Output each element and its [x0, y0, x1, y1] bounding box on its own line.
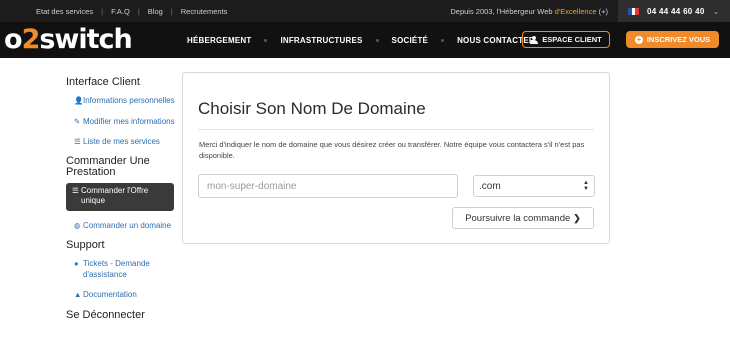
chevron-down-icon: ⌄ [712, 6, 720, 16]
nav-infrastructures[interactable]: INFRASTRUCTURES [280, 36, 362, 45]
sidebar-item-liste-services[interactable]: ☰ Liste de mes services [66, 137, 178, 148]
tld-selected-value: .com [479, 180, 501, 192]
divider [198, 129, 594, 130]
sidebar-item-label: Liste de mes services [83, 137, 160, 146]
sidebar-item-documentation[interactable]: ▲ Documentation [66, 290, 178, 301]
o2switch-logo[interactable]: o2switch [4, 23, 133, 57]
sidebar-item-commander-offre-unique[interactable]: ☰ Commander l'Offre unique [66, 182, 174, 211]
link-blog[interactable]: Blog [148, 7, 163, 16]
nav-hebergement[interactable]: HÉBERGEMENT [187, 36, 251, 45]
link-faq[interactable]: F.A.Q [111, 7, 130, 16]
top-utility-bar: Etat des services | F.A.Q | Blog | Recru… [0, 0, 730, 22]
separator: | [101, 6, 104, 16]
pencil-icon: ✎ [74, 116, 81, 126]
sidebar-heading-se-deconnecter[interactable]: Se Déconnecter [66, 309, 178, 321]
logo-part-2: 2 [21, 24, 41, 55]
user-icon: 👤 [74, 96, 84, 105]
inscrivez-vous-button[interactable]: + INSCRIVEZ VOUS [626, 31, 719, 48]
separator: | [170, 6, 173, 16]
link-etat-services[interactable]: Etat des services [36, 7, 93, 16]
sidebar-heading-support: Support [66, 239, 105, 251]
sidebar-item-label: Informations personnelles [83, 96, 175, 105]
logo-part-o: o [4, 24, 23, 55]
graduation-cap-icon: ▲ [74, 290, 82, 299]
france-flag-icon [628, 7, 640, 15]
submit-label: Poursuivre la commande [465, 212, 571, 224]
domain-order-panel: Choisir Son Nom De Domaine Merci d'indiq… [182, 72, 610, 244]
phone-number: 04 44 44 60 40 [647, 6, 705, 16]
tagline-prefix: Depuis 2003, l'Hébergeur Web [450, 6, 555, 16]
list-icon: ☰ [72, 185, 79, 195]
sidebar-item-label: Tickets - Demande d'assistance [83, 259, 150, 279]
tagline-suffix: (+) [596, 6, 608, 16]
sidebar-item-commander-domaine[interactable]: ◍ Commander un domaine [66, 221, 178, 232]
sidebar-heading-commander-prestation: Commander Une Prestation [66, 154, 150, 178]
poursuivre-commande-button[interactable]: Poursuivre la commande ❯ [452, 207, 594, 229]
inscrivez-vous-label: INSCRIVEZ VOUS [646, 35, 711, 44]
utility-links: Etat des services | F.A.Q | Blog | Recru… [36, 7, 227, 16]
nav-dot [441, 38, 445, 42]
separator: | [137, 6, 140, 16]
ticket-icon: ● [74, 259, 79, 268]
nav-societe[interactable]: SOCIÉTÉ [392, 36, 429, 45]
chevron-right-icon: ❯ [573, 212, 581, 223]
sidebar-heading-interface-client: Interface Client [66, 76, 140, 88]
link-recrutements[interactable]: Recrutements [181, 7, 228, 16]
sidebar-item-label: Commander un domaine [83, 220, 172, 230]
client-sidebar: Interface Client 👤 Informations personne… [66, 76, 178, 329]
sidebar-item-tickets[interactable]: ● Tickets - Demande d'assistance [66, 259, 178, 280]
plus-circle-icon: + [634, 34, 643, 44]
phone-selector[interactable]: 04 44 44 60 40 ⌄ [618, 0, 730, 22]
sidebar-item-label: Documentation [83, 290, 137, 299]
topbar-right: Depuis 2003, l'Hébergeur Web d'Excellenc… [450, 0, 730, 22]
espace-client-button[interactable]: ESPACE CLIENT [522, 31, 610, 48]
list-icon: ☰ [74, 137, 81, 146]
domain-name-input[interactable]: mon-super-domaine [198, 174, 458, 198]
main-navigation: o2switch HÉBERGEMENT INFRASTRUCTURES SOC… [0, 22, 730, 58]
tagline[interactable]: Depuis 2003, l'Hébergeur Web d'Excellenc… [450, 7, 608, 16]
tld-select[interactable]: .com ▲ ▼ [473, 175, 595, 197]
sidebar-item-label: Modifier mes informations [83, 116, 175, 126]
tagline-highlight: d'Excellence [554, 6, 597, 16]
sidebar-item-informations-personnelles[interactable]: 👤 Informations personnelles [66, 96, 178, 107]
globe-icon: ◍ [74, 220, 81, 230]
select-arrows-icon: ▲ ▼ [583, 180, 589, 192]
nav-dot [375, 38, 379, 42]
logo-part-switch: switch [39, 24, 132, 55]
nav-links: HÉBERGEMENT INFRASTRUCTURES SOCIÉTÉ NOUS… [187, 22, 535, 58]
sidebar-item-modifier-informations[interactable]: ✎ Modifier mes informations [66, 117, 178, 128]
sidebar-item-label: Commander l'Offre unique [81, 185, 149, 206]
espace-client-label: ESPACE CLIENT [542, 35, 602, 44]
nav-dot [264, 38, 268, 42]
page-title: Choisir Son Nom De Domaine [198, 99, 426, 118]
user-icon [530, 35, 539, 44]
panel-description: Merci d'indiquer le nom de domaine que v… [199, 140, 585, 160]
